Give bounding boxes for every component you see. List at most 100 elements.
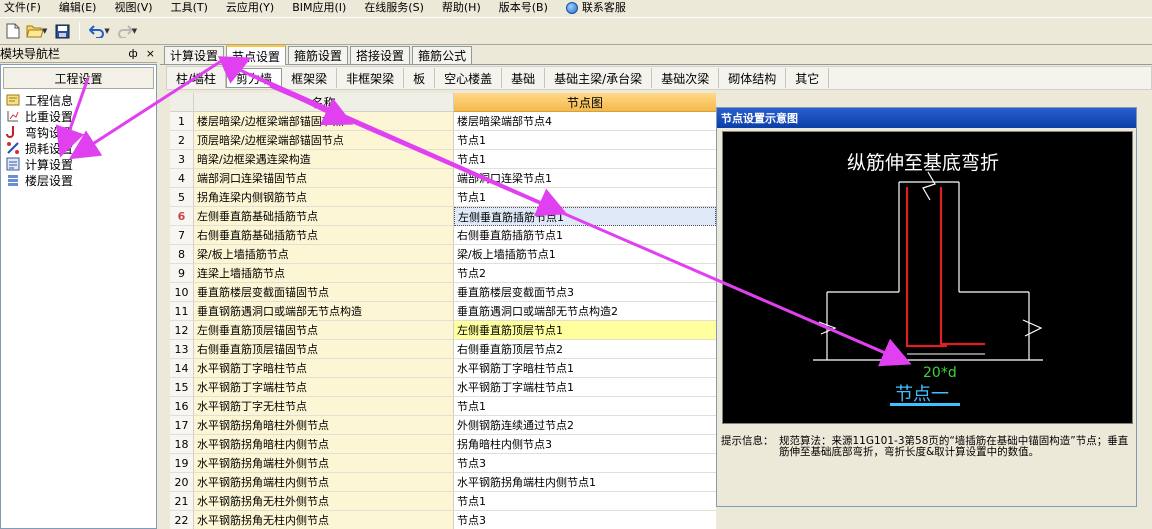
subtab-foundation[interactable]: 基础 <box>502 68 546 88</box>
subtab-masonry[interactable]: 砌体结构 <box>719 68 787 88</box>
row-number: 9 <box>170 264 194 283</box>
row-name-cell: 水平钢筋丁字无柱节点 <box>194 397 454 416</box>
redo-dropdown-icon[interactable]: ▼ <box>132 27 137 35</box>
row-node-cell[interactable]: 右侧垂直筋顶层节点2 <box>454 340 716 359</box>
tab-node-settings[interactable]: 节点设置 <box>226 45 287 65</box>
table-row[interactable]: 2 顶层暗梁/边框梁端部锚固节点 节点1 <box>170 131 716 150</box>
subtab-frame-beam[interactable]: 框架梁 <box>282 68 338 88</box>
menu-item[interactable]: 帮助(H) <box>442 1 481 15</box>
nav-item-density[interactable]: 比重设置 <box>1 108 156 124</box>
menu-item[interactable]: 在线服务(S) <box>364 1 424 15</box>
subtab-shear-wall[interactable]: 剪力墙 <box>226 68 283 88</box>
close-icon[interactable]: × <box>146 47 155 60</box>
pin-icon[interactable]: ф <box>128 47 137 60</box>
row-number: 12 <box>170 321 194 340</box>
row-node-cell[interactable]: 垂直筋遇洞口或端部无节点构造2 <box>454 302 716 321</box>
row-node-cell[interactable]: 水平钢筋丁字端柱节点1 <box>454 378 716 397</box>
row-node-cell[interactable]: 水平钢筋丁字暗柱节点1 <box>454 359 716 378</box>
row-node-cell[interactable]: 楼层暗梁端部节点4 <box>454 112 716 131</box>
row-node-cell[interactable]: 节点1 <box>454 150 716 169</box>
preview-title: 节点设置示意图 <box>717 108 1136 128</box>
new-file-button[interactable] <box>2 20 24 42</box>
rebar-drawing <box>905 187 985 348</box>
row-node-cell[interactable]: 节点1 <box>454 492 716 511</box>
table-row[interactable]: 12 左侧垂直筋顶层锚固节点 左侧垂直筋顶层节点1 <box>170 321 716 340</box>
undo-dropdown-icon[interactable]: ▼ <box>104 27 109 35</box>
row-node-cell[interactable]: 节点1 <box>454 188 716 207</box>
open-dropdown-icon[interactable]: ▼ <box>42 27 47 35</box>
subtab-slab[interactable]: 板 <box>404 68 436 88</box>
table-row[interactable]: 6 左侧垂直筋基础插筋节点 左侧垂直筋插筋节点1 <box>170 207 716 226</box>
row-name-cell: 垂直筋楼层变截面锚固节点 <box>194 283 454 302</box>
subtab-hollow-floor[interactable]: 空心楼盖 <box>435 68 503 88</box>
row-node-cell[interactable]: 节点1 <box>454 131 716 150</box>
row-node-cell[interactable]: 端部洞口连梁节点1 <box>454 169 716 188</box>
table-row[interactable]: 20 水平钢筋拐角端柱内侧节点 水平钢筋拐角端柱内侧节点1 <box>170 473 716 492</box>
settings-tab-bar: 计算设置 节点设置 箍筋设置 搭接设置 箍筋公式 <box>160 45 1152 65</box>
row-node-cell[interactable]: 左侧垂直筋插筋节点1 <box>454 207 716 226</box>
row-node-cell[interactable]: 垂直筋楼层变截面节点3 <box>454 283 716 302</box>
row-name-cell: 水平钢筋丁字暗柱节点 <box>194 359 454 378</box>
nav-item-loss[interactable]: 损耗设置 <box>1 140 156 156</box>
table-row[interactable]: 16 水平钢筋丁字无柱节点 节点1 <box>170 397 716 416</box>
table-row[interactable]: 11 垂直钢筋遇洞口或端部无节点构造 垂直筋遇洞口或端部无节点构造2 <box>170 302 716 321</box>
table-row[interactable]: 19 水平钢筋拐角端柱外侧节点 节点3 <box>170 454 716 473</box>
row-number: 20 <box>170 473 194 492</box>
subtab-foundation-main-beam[interactable]: 基础主梁/承台梁 <box>545 68 653 88</box>
table-row[interactable]: 3 暗梁/边框梁遇连梁构造 节点1 <box>170 150 716 169</box>
table-row[interactable]: 13 右侧垂直筋顶层锚固节点 右侧垂直筋顶层节点2 <box>170 340 716 359</box>
table-row[interactable]: 8 梁/板上墙插筋节点 梁/板上墙插筋节点1 <box>170 245 716 264</box>
menu-item[interactable]: 视图(V) <box>114 1 152 15</box>
row-node-cell[interactable]: 拐角暗柱内侧节点3 <box>454 435 716 454</box>
menu-item[interactable]: 云应用(Y) <box>226 1 274 15</box>
row-number: 21 <box>170 492 194 511</box>
tab-stirrup-formula[interactable]: 箍筋公式 <box>412 46 473 64</box>
menu-item[interactable]: 版本号(B) <box>499 1 548 15</box>
support-icon <box>565 2 578 14</box>
menu-item[interactable]: 工具(T) <box>171 1 208 15</box>
subtab-column[interactable]: 柱/墙柱 <box>167 68 227 88</box>
row-node-cell[interactable]: 外侧钢筋连续通过节点2 <box>454 416 716 435</box>
table-row[interactable]: 7 右侧垂直筋基础插筋节点 右侧垂直筋插筋节点1 <box>170 226 716 245</box>
table-row[interactable]: 9 连梁上墙插筋节点 节点2 <box>170 264 716 283</box>
save-button[interactable] <box>51 20 73 42</box>
row-node-cell[interactable]: 节点2 <box>454 264 716 283</box>
table-row[interactable]: 10 垂直筋楼层变截面锚固节点 垂直筋楼层变截面节点3 <box>170 283 716 302</box>
nav-item-calculation[interactable]: 计算设置 <box>1 156 156 172</box>
nav-item-project-info[interactable]: 工程信息 <box>1 92 156 108</box>
row-number: 2 <box>170 131 194 150</box>
table-row[interactable]: 21 水平钢筋拐角无柱外侧节点 节点1 <box>170 492 716 511</box>
row-node-cell[interactable]: 梁/板上墙插筋节点1 <box>454 245 716 264</box>
row-node-cell[interactable]: 节点3 <box>454 511 716 529</box>
subtab-non-frame-beam[interactable]: 非框架梁 <box>337 68 405 88</box>
support-menu-item[interactable]: 联系客服 <box>565 1 626 15</box>
table-row[interactable]: 14 水平钢筋丁字暗柱节点 水平钢筋丁字暗柱节点1 <box>170 359 716 378</box>
menu-item[interactable]: BIM应用(I) <box>292 1 346 15</box>
menu-item[interactable]: 编辑(E) <box>59 1 97 15</box>
tab-stirrup-settings[interactable]: 箍筋设置 <box>288 46 349 64</box>
tab-lap-settings[interactable]: 搭接设置 <box>350 46 411 64</box>
table-row[interactable]: 4 端部洞口连梁锚固节点 端部洞口连梁节点1 <box>170 169 716 188</box>
table-row[interactable]: 18 水平钢筋拐角暗柱内侧节点 拐角暗柱内侧节点3 <box>170 435 716 454</box>
table-row[interactable]: 1 楼层暗梁/边框梁端部锚固节点 楼层暗梁端部节点4 <box>170 112 716 131</box>
dimension-label: 20*d <box>923 365 957 381</box>
row-number: 13 <box>170 340 194 359</box>
row-node-cell[interactable]: 右侧垂直筋插筋节点1 <box>454 226 716 245</box>
nav-item-floor[interactable]: 楼层设置 <box>1 172 156 188</box>
table-row[interactable]: 17 水平钢筋拐角暗柱外侧节点 外侧钢筋连续通过节点2 <box>170 416 716 435</box>
table-row[interactable]: 22 水平钢筋拐角无柱内侧节点 节点3 <box>170 511 716 529</box>
row-node-cell[interactable]: 水平钢筋拐角端柱内侧节点1 <box>454 473 716 492</box>
subtab-foundation-secondary-beam[interactable]: 基础次梁 <box>652 68 720 88</box>
menu-item[interactable]: 文件(F) <box>4 1 41 15</box>
subtab-other[interactable]: 其它 <box>786 68 830 88</box>
nav-item-hook[interactable]: 弯钩设置 <box>1 124 156 140</box>
table-row[interactable]: 15 水平钢筋丁字端柱节点 水平钢筋丁字端柱节点1 <box>170 378 716 397</box>
row-node-cell[interactable]: 节点1 <box>454 397 716 416</box>
row-name-cell: 端部洞口连梁锚固节点 <box>194 169 454 188</box>
nav-group-project-settings[interactable]: 工程设置 <box>3 67 154 89</box>
tab-calculation-settings[interactable]: 计算设置 <box>164 46 225 64</box>
node-diagram: 纵筋伸至基底弯折 20*d 节点一 <box>722 131 1133 424</box>
row-node-cell[interactable]: 节点3 <box>454 454 716 473</box>
table-row[interactable]: 5 拐角连梁内侧钢筋节点 节点1 <box>170 188 716 207</box>
row-node-cell[interactable]: 左侧垂直筋顶层节点1 <box>454 321 716 340</box>
